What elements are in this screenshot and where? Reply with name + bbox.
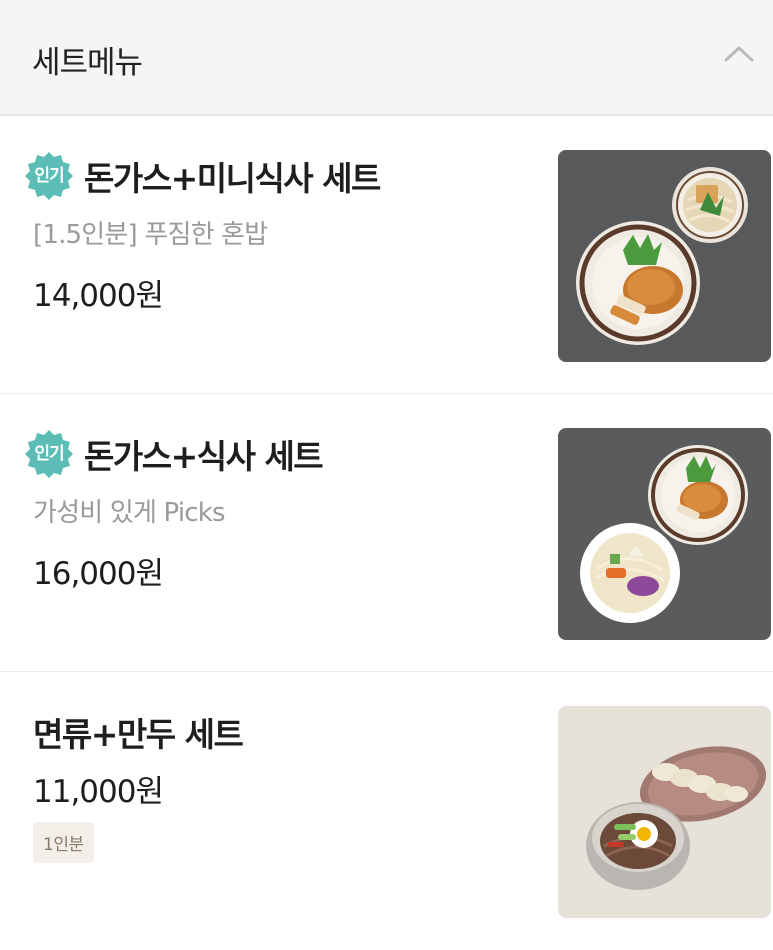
- popular-badge-label: 인기: [34, 166, 64, 186]
- pork-cutlet-meal-photo: [558, 428, 771, 640]
- item-price: 11,000원: [33, 774, 164, 810]
- item-price: 16,000원: [33, 556, 164, 592]
- portion-tag: 1인분: [33, 822, 94, 863]
- menu-item[interactable]: 면류+만두 세트 11,000원 1인분: [0, 672, 773, 950]
- menu-item[interactable]: 인기 돈가스+미니식사 세트 [1.5인분] 푸짐한 혼밥 14,000원: [0, 116, 773, 394]
- section-title: 세트메뉴: [32, 45, 143, 81]
- chevron-up-icon: [724, 46, 754, 62]
- item-name-row: 면류+만두 세트: [33, 706, 244, 758]
- item-description: 가성비 있게 Picks: [33, 498, 226, 528]
- item-name-row: 인기 돈가스+식사 세트: [24, 428, 324, 480]
- popular-badge-label: 인기: [34, 444, 64, 464]
- popular-badge: 인기: [24, 429, 74, 479]
- pork-cutlet-mini-meal-photo: [558, 150, 771, 362]
- collapse-button[interactable]: [713, 30, 773, 86]
- section-header: 세트메뉴: [0, 0, 773, 116]
- noodles-dumplings-photo: [558, 706, 771, 918]
- item-name-row: 인기 돈가스+미니식사 세트: [24, 150, 381, 202]
- popular-badge: 인기: [24, 151, 74, 201]
- item-description: [1.5인분] 푸짐한 혼밥: [33, 220, 268, 250]
- item-name: 돈가스+미니식사 세트: [84, 159, 381, 198]
- item-price: 14,000원: [33, 278, 164, 314]
- menu-item[interactable]: 인기 돈가스+식사 세트 가성비 있게 Picks 16,000원: [0, 394, 773, 672]
- item-name: 돈가스+식사 세트: [84, 437, 324, 476]
- item-name: 면류+만두 세트: [33, 715, 244, 754]
